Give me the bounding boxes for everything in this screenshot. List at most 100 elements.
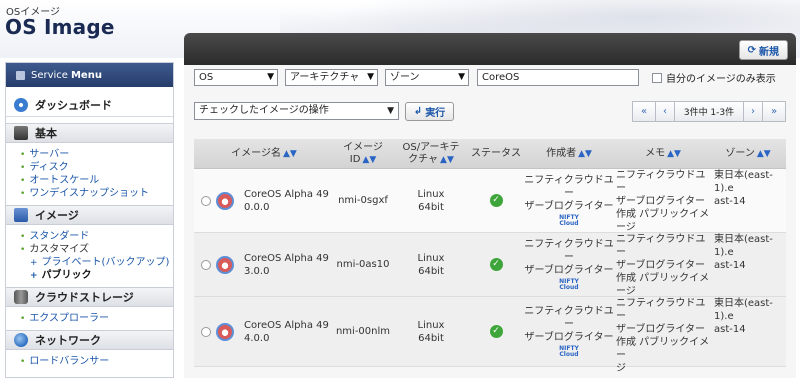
server-icon [14, 126, 28, 140]
main-panel: ⟳ 新規 OS ▼ アーキテクチャ ▼ ゾーン ▼ CoreOS 自分のイメージのみ表… [184, 33, 796, 378]
last-page-button[interactable]: » [762, 101, 786, 122]
refresh-icon: ⟳ [747, 44, 756, 56]
sidebar: Service Menu ダッシュボード 基本 • サーバー • ディスク • オート… [5, 62, 174, 378]
sidebar-section-label: 基本 [35, 127, 57, 140]
col-id[interactable]: イメージ ID ▲▼ [334, 139, 392, 168]
menu-square-icon [16, 70, 25, 80]
sort-icon: ▲▼ [282, 148, 297, 159]
sidebar-section-network[interactable]: ネットワーク [6, 330, 173, 350]
image-name: CoreOS Alpha 49 0.0.0 [244, 188, 329, 213]
sidebar-section-storage[interactable]: クラウドストレージ [6, 287, 173, 307]
sidebar-list-network: • ロードバランサー [6, 350, 173, 373]
col-status: ステータス [471, 147, 521, 159]
zone-cell: 東日本(east-1).e ast-14 [714, 234, 773, 271]
status-ok-icon: ✓ [489, 258, 503, 271]
image-icon [14, 208, 28, 222]
sidebar-header-prefix: Service [31, 69, 68, 81]
image-table: イメージ名 ▲▼ イメージ ID ▲▼ OS/アーキテ クチャ ▲▼ ステータス 作成者 ▲… [194, 139, 786, 374]
table-header: イメージ名 ▲▼ イメージ ID ▲▼ OS/アーキテ クチャ ▲▼ ステータス 作成者 ▲… [194, 139, 786, 169]
sidebar-header-bold: Menu [70, 69, 102, 81]
image-os: Linux 64bit [417, 319, 445, 344]
coreos-icon [216, 191, 234, 210]
row-radio[interactable] [201, 259, 211, 270]
table-row[interactable]: CoreOS Alpha 49 0.0.0 nmi-0sgxf Linux 64bi… [194, 169, 786, 233]
sidebar-section-image[interactable]: イメージ [6, 205, 173, 225]
sidebar-item-explorer[interactable]: • エクスプローラー [20, 312, 173, 325]
zone-cell: 東日本(east-1).e ast-14 [714, 298, 773, 335]
table-row[interactable]: CoreOS Alpha 49 4.0.0 nmi-00nlm Linux 64bi… [194, 297, 786, 374]
image-id: nmi-0as10 [336, 259, 390, 270]
sidebar-list-image: • スタンダード • カスタマイズ + プライベート(バックアップ) + パブリック [6, 225, 173, 287]
chevron-down-icon: ▼ [387, 106, 394, 116]
new-button[interactable]: ⟳ 新規 [738, 40, 788, 60]
coreos-icon [216, 322, 234, 341]
dashboard-icon [14, 97, 28, 112]
image-os: Linux 64bit [417, 252, 445, 277]
new-button-label: 新規 [759, 46, 779, 58]
image-id: nmi-00nlm [335, 326, 391, 337]
sidebar-section-label: イメージ [35, 209, 79, 222]
bulk-action-select[interactable]: チェックしたイメージの操作 ▼ [194, 102, 399, 120]
sidebar-header: Service Menu [6, 63, 173, 87]
search-input[interactable]: CoreOS [477, 69, 639, 86]
creator-cell: ニフティクラウドユー ザーブログライター NIFTY Cloud [524, 239, 614, 291]
table-row[interactable]: CoreOS Alpha 49 3.0.0 nmi-0as10 Linux 64bi… [194, 233, 786, 297]
sidebar-item-dashboard[interactable]: ダッシュボード [6, 93, 173, 117]
first-page-button[interactable]: « [632, 101, 656, 122]
status-cell: ✓ [470, 233, 522, 296]
os-filter-select[interactable]: OS ▼ [194, 69, 278, 86]
sort-icon: ▲▼ [578, 148, 592, 159]
pagination: « ‹ 3件中 1-3件 › » [632, 101, 786, 122]
sidebar-item-autoscale[interactable]: • オートスケール [20, 174, 173, 187]
sidebar-item-public[interactable]: + パブリック [20, 269, 173, 282]
sort-icon: ▲▼ [362, 154, 377, 165]
zone-cell: 東日本(east-1).e ast-14 [714, 170, 773, 207]
sort-icon: ▲▼ [440, 154, 454, 165]
sidebar-item-server[interactable]: • サーバー [20, 148, 173, 161]
memo-cell: ニフティクラウドユー ザーブログライター 作成 パブリックイメージ [616, 234, 710, 297]
sidebar-item-disk[interactable]: • ディスク [20, 161, 173, 174]
pager-info: 3件中 1-3件 [674, 101, 744, 122]
creator-cell: ニフティクラウドユー ザーブログライター NIFTY Cloud [524, 306, 614, 358]
own-images-label: 自分のイメージのみ表示 [666, 74, 776, 85]
own-images-only-toggle[interactable]: 自分のイメージのみ表示 [652, 70, 776, 85]
execute-icon: ↲ [413, 106, 423, 117]
chevron-down-icon: ▼ [367, 72, 374, 82]
row-radio[interactable] [201, 326, 211, 337]
status-ok-icon: ✓ [489, 325, 503, 338]
memo-cell: ニフティクラウドユー ザーブログライター 作成 パブリックイメージ [616, 298, 710, 374]
memo-cell: ニフティクラウドユー ザーブログライター 作成 パブリックイメージ [616, 170, 710, 233]
image-id: nmi-0sgxf [338, 195, 388, 206]
image-os: Linux 64bit [417, 188, 445, 213]
execute-button[interactable]: ↲ 実行 [405, 102, 454, 121]
main-toolbar: ⟳ 新規 [184, 33, 796, 65]
sidebar-item-standard[interactable]: • スタンダード [20, 230, 173, 243]
col-name[interactable]: イメージ名 ▲▼ [194, 139, 334, 168]
sort-icon: ▲▼ [756, 148, 771, 159]
col-zone[interactable]: ゾーン ▲▼ [710, 139, 786, 168]
own-images-checkbox[interactable] [652, 72, 662, 83]
col-os[interactable]: OS/アーキテ クチャ ▲▼ [392, 139, 470, 168]
sidebar-item-customize[interactable]: • カスタマイズ [20, 243, 173, 256]
prev-page-button[interactable]: ‹ [655, 101, 675, 122]
sidebar-list-basic: • サーバー • ディスク • オートスケール • ワンデイスナップショット [6, 143, 173, 205]
status-cell: ✓ [470, 297, 522, 366]
sidebar-section-basic[interactable]: 基本 [6, 123, 173, 143]
next-page-button[interactable]: › [743, 101, 763, 122]
sidebar-item-snapshot[interactable]: • ワンデイスナップショット [20, 187, 173, 200]
sidebar-item-private[interactable]: + プライベート(バックアップ) [20, 256, 173, 269]
col-creator[interactable]: 作成者 ▲▼ [522, 139, 616, 168]
sidebar-section-label: ネットワーク [35, 334, 101, 347]
sidebar-item-loadbalancer[interactable]: • ロードバランサー [20, 355, 173, 368]
arch-filter-select[interactable]: アーキテクチャ ▼ [285, 69, 378, 86]
nifty-cloud-logo-icon: NIFTY Cloud [559, 278, 579, 291]
page-title: OS Image [5, 15, 115, 39]
nifty-cloud-logo-icon: NIFTY Cloud [559, 345, 579, 358]
network-icon [14, 333, 28, 347]
col-memo[interactable]: メモ ▲▼ [616, 139, 710, 168]
status-cell: ✓ [470, 169, 522, 232]
row-radio[interactable] [201, 195, 211, 206]
coreos-icon [216, 255, 234, 274]
chevron-down-icon: ▼ [458, 72, 465, 82]
zone-filter-select[interactable]: ゾーン ▼ [385, 69, 469, 86]
